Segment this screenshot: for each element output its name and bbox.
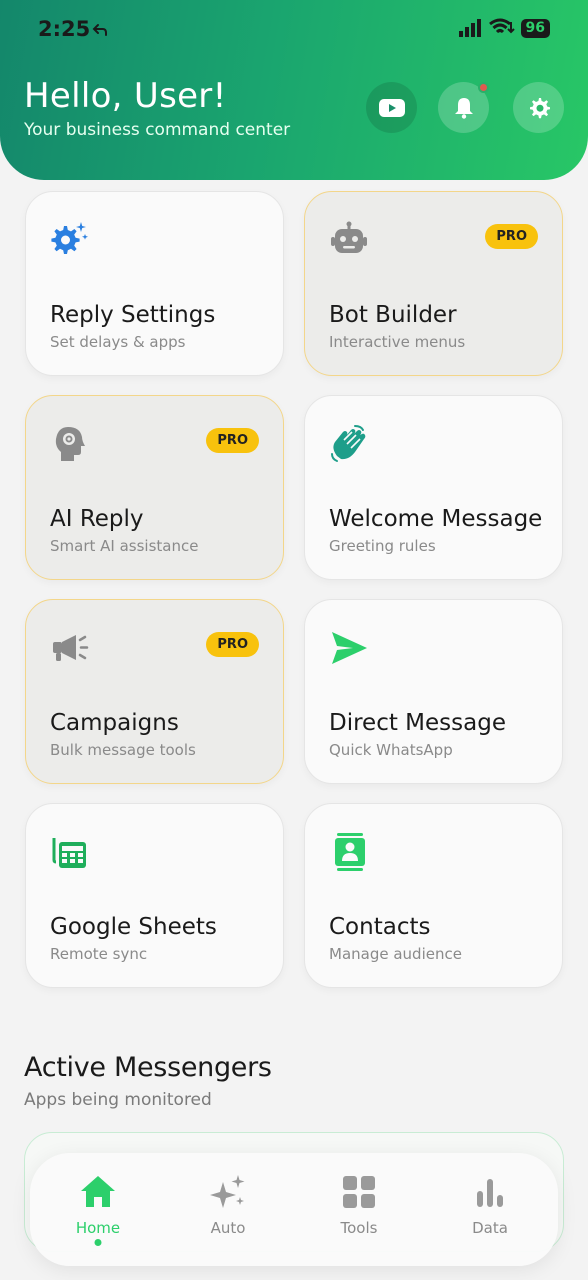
contact-book-icon xyxy=(335,833,365,871)
pro-badge: PRO xyxy=(206,428,259,453)
card-ai-reply[interactable]: PRO AI Reply Smart AI assistance xyxy=(25,395,284,580)
card-title: Contacts xyxy=(329,914,431,940)
active-messengers-title: Active Messengers xyxy=(24,1052,272,1083)
nav-label: Tools xyxy=(340,1219,378,1237)
brain-gear-icon xyxy=(55,427,85,461)
notification-dot xyxy=(478,82,489,93)
back-arrow-icon xyxy=(92,24,107,36)
card-title: Bot Builder xyxy=(329,302,457,328)
card-welcome-message[interactable]: Welcome Message Greeting rules xyxy=(304,395,563,580)
greeting-title: Hello, User! xyxy=(24,76,227,116)
card-desc: Quick WhatsApp xyxy=(329,741,453,759)
status-icons: 96 xyxy=(458,18,550,38)
card-desc: Remote sync xyxy=(50,945,148,963)
home-icon xyxy=(81,1176,115,1207)
youtube-button[interactable] xyxy=(366,82,417,133)
wifi-icon xyxy=(488,18,515,34)
sparkles-icon xyxy=(210,1175,245,1208)
card-desc: Interactive menus xyxy=(329,333,466,351)
settings-button[interactable] xyxy=(513,82,564,133)
card-google-sheets[interactable]: Google Sheets Remote sync xyxy=(25,803,284,988)
greeting-subtitle: Your business command center xyxy=(24,120,291,140)
bell-icon xyxy=(454,97,473,119)
pro-badge: PRO xyxy=(206,632,259,657)
card-reply-settings[interactable]: Reply Settings Set delays & apps xyxy=(25,191,284,376)
nav-auto[interactable]: Auto xyxy=(162,1153,294,1266)
nav-data[interactable]: Data xyxy=(424,1153,556,1266)
active-messengers-subtitle: Apps being monitored xyxy=(24,1090,212,1110)
bottom-nav: Home Auto Tools Data xyxy=(30,1153,558,1266)
card-title: Direct Message xyxy=(329,710,506,736)
card-desc: Bulk message tools xyxy=(50,741,196,759)
pro-badge: PRO xyxy=(485,224,538,249)
megaphone-icon xyxy=(53,635,89,661)
gear-sparkle-icon xyxy=(51,222,88,254)
youtube-icon xyxy=(378,98,405,117)
nav-tools[interactable]: Tools xyxy=(293,1153,425,1266)
card-desc: Set delays & apps xyxy=(50,333,186,351)
waving-hand-icon xyxy=(331,425,366,462)
status-bar: 2:25 96 xyxy=(0,0,588,60)
spreadsheet-icon xyxy=(52,838,86,868)
send-icon xyxy=(332,632,367,664)
gear-icon xyxy=(529,97,550,118)
signal-icon xyxy=(458,19,481,37)
card-desc: Smart AI assistance xyxy=(50,537,199,555)
card-direct-message[interactable]: Direct Message Quick WhatsApp xyxy=(304,599,563,784)
status-time: 2:25 xyxy=(38,17,91,41)
active-indicator xyxy=(94,1239,102,1246)
bar-chart-icon xyxy=(477,1179,503,1207)
card-contacts[interactable]: Contacts Manage audience xyxy=(304,803,563,988)
battery-indicator: 96 xyxy=(520,18,550,38)
card-title: Welcome Message xyxy=(329,506,543,532)
robot-icon xyxy=(331,221,367,253)
card-desc: Manage audience xyxy=(329,945,462,963)
card-desc: Greeting rules xyxy=(329,537,436,555)
nav-label: Data xyxy=(472,1219,508,1237)
card-bot-builder[interactable]: PRO Bot Builder Interactive menus xyxy=(304,191,563,376)
grid-icon xyxy=(343,1176,375,1208)
card-title: Google Sheets xyxy=(50,914,217,940)
card-title: AI Reply xyxy=(50,506,144,532)
nav-label: Home xyxy=(75,1219,121,1237)
card-title: Reply Settings xyxy=(50,302,216,328)
nav-label: Auto xyxy=(210,1219,246,1237)
card-title: Campaigns xyxy=(50,710,179,736)
nav-home[interactable]: Home xyxy=(32,1153,164,1266)
card-campaigns[interactable]: PRO Campaigns Bulk message tools xyxy=(25,599,284,784)
